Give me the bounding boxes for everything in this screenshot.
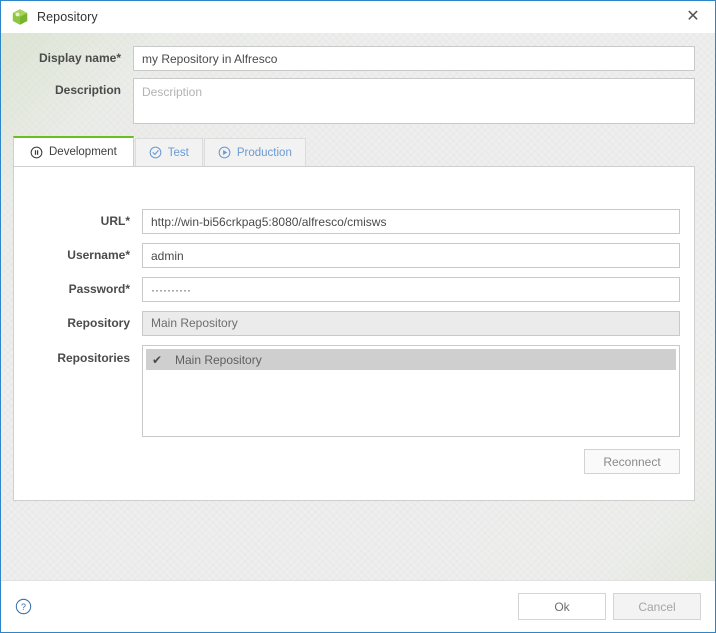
tab-test-label: Test bbox=[167, 146, 189, 159]
description-row: Description bbox=[21, 78, 695, 124]
development-tab-panel: URL* Username* Password* Repository Main… bbox=[13, 166, 695, 501]
tab-production[interactable]: Production bbox=[203, 138, 306, 166]
alfresco-cube-icon bbox=[12, 9, 28, 25]
description-input[interactable] bbox=[133, 78, 695, 124]
display-name-input[interactable] bbox=[133, 46, 695, 71]
tab-production-label: Production bbox=[236, 146, 292, 159]
tab-development[interactable]: Development bbox=[13, 136, 134, 166]
dialog-footer: ? Ok Cancel bbox=[1, 580, 715, 632]
repositories-label: Repositories bbox=[57, 351, 130, 365]
tab-test[interactable]: Test bbox=[134, 138, 203, 166]
pause-circle-icon bbox=[30, 146, 43, 159]
question-circle-icon[interactable]: ? bbox=[15, 598, 32, 615]
list-item[interactable]: ✔ Main Repository bbox=[146, 349, 676, 370]
top-form: Display name* Description bbox=[1, 33, 715, 124]
play-circle-icon bbox=[218, 146, 231, 159]
password-label: Password* bbox=[68, 282, 130, 296]
password-row: Password* bbox=[14, 277, 680, 302]
repository-label: Repository bbox=[67, 316, 130, 330]
dialog-body: Display name* Description Development bbox=[1, 33, 715, 580]
url-row: URL* bbox=[14, 209, 680, 234]
repositories-row: Repositories ✔ Main Repository bbox=[14, 345, 680, 437]
repository-row: Repository Main Repository bbox=[14, 311, 680, 336]
panel-actions: Reconnect bbox=[14, 449, 680, 474]
username-input[interactable] bbox=[142, 243, 680, 268]
check-circle-icon bbox=[149, 146, 162, 159]
cancel-button[interactable]: Cancel bbox=[613, 593, 701, 620]
password-input[interactable] bbox=[142, 277, 680, 302]
check-icon: ✔ bbox=[152, 352, 163, 367]
url-input[interactable] bbox=[142, 209, 680, 234]
list-item-label: Main Repository bbox=[175, 352, 262, 367]
tab-bar: Development Test Production bbox=[13, 136, 715, 166]
close-icon[interactable]: ✕ bbox=[671, 1, 715, 32]
username-row: Username* bbox=[14, 243, 680, 268]
repositories-list[interactable]: ✔ Main Repository bbox=[142, 345, 680, 437]
svg-text:?: ? bbox=[21, 602, 26, 612]
description-label: Description bbox=[54, 83, 121, 97]
tab-development-label: Development bbox=[49, 146, 117, 158]
reconnect-button[interactable]: Reconnect bbox=[584, 449, 680, 474]
username-label: Username* bbox=[67, 248, 130, 262]
display-name-row: Display name* bbox=[21, 46, 695, 71]
repository-dialog: Repository ✕ Display name* Description bbox=[0, 0, 716, 633]
url-label: URL* bbox=[100, 214, 130, 228]
ok-button[interactable]: Ok bbox=[518, 593, 606, 620]
repository-value: Main Repository bbox=[142, 311, 680, 336]
title-bar: Repository ✕ bbox=[1, 1, 715, 33]
window-title: Repository bbox=[37, 10, 98, 24]
display-name-label: Display name* bbox=[38, 51, 121, 65]
